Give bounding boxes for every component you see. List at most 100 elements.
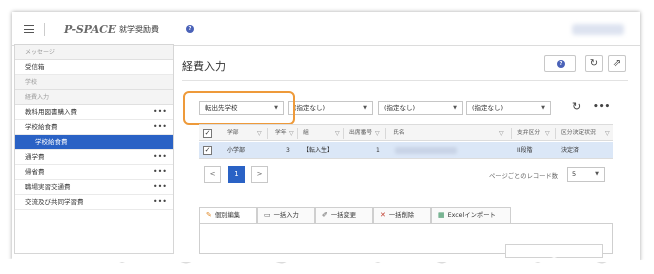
- highlight-box: [183, 91, 295, 125]
- cell-decision-status: 決定済: [561, 147, 580, 154]
- divider: [555, 128, 556, 139]
- divider: [511, 128, 512, 139]
- export-icon: ⇗: [612, 58, 622, 69]
- column-header[interactable]: 氏名: [393, 125, 405, 142]
- user-name[interactable]: [572, 24, 624, 35]
- tab-individual-edit[interactable]: ✎ 個別編集: [199, 207, 257, 224]
- more-icon[interactable]: •••: [153, 180, 167, 193]
- sidebar-group-school: 学校: [15, 75, 173, 90]
- column-header[interactable]: 学部: [227, 125, 239, 142]
- cell-payment-class: II段階: [517, 147, 533, 154]
- more-icon[interactable]: •••: [593, 101, 610, 113]
- row-checkbox[interactable]: ✓: [203, 146, 212, 155]
- column-header[interactable]: 区分決定状況: [561, 125, 596, 142]
- sidebar-item-lunch-active[interactable]: 学校給食費: [15, 135, 173, 150]
- page-title: 経費入力: [182, 60, 226, 73]
- help-icon[interactable]: ?: [186, 25, 194, 33]
- logo: P-SPACE: [64, 23, 116, 36]
- filter-icon[interactable]: ▽: [605, 125, 610, 142]
- page-size-value: 5: [572, 170, 577, 178]
- sidebar-item-label: 通学費: [25, 153, 45, 161]
- filter-icon[interactable]: ▽: [545, 125, 550, 142]
- app-title: 就学奨励費: [119, 25, 159, 34]
- tab-bulk-input[interactable]: ▭ 一括入力: [257, 207, 315, 224]
- tab-bulk-delete[interactable]: ✕ 一括削除: [373, 207, 431, 224]
- sidebar-item-lunch[interactable]: 学校給食費 •••: [15, 120, 173, 135]
- filter-2[interactable]: (指定なし) ▼: [288, 101, 373, 115]
- document-icon: ▭: [264, 211, 271, 219]
- cell-attendance-number: 1: [376, 147, 380, 154]
- tab-label: 一括入力: [273, 212, 299, 219]
- cell-grade: 3: [286, 147, 290, 154]
- help-button[interactable]: ?: [544, 55, 576, 72]
- caret-down-icon: ▼: [541, 105, 545, 111]
- table-header-row: ✓ 学部 ▽ 学年 ▽ 組 ▽ 出席番号 ▽ 氏名 ▽ 支弁区分 ▽ 区分決定状…: [199, 124, 613, 141]
- tab-label: 個別編集: [214, 212, 241, 219]
- export-button[interactable]: ⇗: [608, 55, 626, 72]
- cell-class: 【転入生】: [303, 147, 334, 154]
- table-row[interactable]: ✓ 小学部 3 【転入生】 1 II段階 決定済: [199, 142, 613, 159]
- tab-label: 一括変更: [330, 212, 357, 219]
- more-icon[interactable]: •••: [153, 150, 167, 163]
- more-icon[interactable]: •••: [153, 105, 167, 118]
- divider: [267, 128, 268, 139]
- sidebar-item-textbook[interactable]: 教科用図書購入費 •••: [15, 105, 173, 120]
- refresh-icon[interactable]: ↻: [572, 101, 581, 113]
- sidebar: メッセージ 受信箱 学校 経費入力 教科用図書購入費 ••• 学校給食費 ••• 学…: [14, 44, 174, 254]
- filter-value: (指定なし): [294, 104, 326, 112]
- tab-excel-import[interactable]: ▦ Excelインポート: [431, 207, 511, 224]
- caret-down-icon: ▼: [363, 105, 367, 111]
- page-1-button[interactable]: 1: [228, 166, 245, 183]
- sidebar-item-label: 帰省費: [25, 168, 45, 176]
- sidebar-item-label: 学校給食費: [35, 138, 68, 146]
- tab-label: Excelインポート: [447, 212, 496, 219]
- filter-3[interactable]: (指定なし) ▼: [378, 101, 463, 115]
- torn-edge: [0, 256, 654, 274]
- page-size-select[interactable]: 5 ▼: [567, 167, 605, 182]
- select-all-checkbox[interactable]: ✓: [203, 129, 212, 138]
- more-icon[interactable]: •••: [153, 195, 167, 208]
- refresh-button[interactable]: ↻: [585, 55, 603, 72]
- filter-icon[interactable]: ▽: [289, 125, 294, 142]
- next-page-button[interactable]: >: [251, 166, 268, 183]
- divider: [44, 23, 45, 36]
- sidebar-item-label: 職場実習交通費: [25, 183, 71, 191]
- divider: [385, 128, 386, 139]
- filter-icon[interactable]: ▽: [335, 125, 340, 142]
- column-header[interactable]: 支弁区分: [517, 125, 540, 142]
- menu-icon[interactable]: [24, 25, 34, 33]
- filter-icon[interactable]: ▽: [499, 125, 504, 142]
- filter-4[interactable]: (指定なし) ▼: [466, 101, 551, 115]
- sidebar-item-label: 受信箱: [25, 63, 45, 71]
- sidebar-group-expense: 経費入力: [15, 90, 173, 105]
- more-icon[interactable]: •••: [153, 120, 167, 133]
- tab-bulk-change[interactable]: ✐ 一括変更: [315, 207, 373, 224]
- caret-down-icon: ▼: [453, 105, 457, 111]
- column-header[interactable]: 組: [303, 125, 309, 142]
- filter-value: (指定なし): [384, 104, 416, 112]
- top-bar: P-SPACE 就学奨励費 ?: [12, 12, 640, 46]
- filter-icon[interactable]: ▽: [375, 125, 380, 142]
- sidebar-item-label: 交流及び共同学習費: [25, 198, 84, 206]
- pencil-icon: ✐: [322, 211, 328, 219]
- sidebar-item-exchange[interactable]: 交流及び共同学習費 •••: [15, 195, 173, 210]
- excel-icon: ▦: [438, 211, 445, 219]
- sidebar-item-label: 学校給食費: [25, 123, 58, 131]
- page-size-label: ページごとのレコード数: [489, 173, 559, 180]
- prev-page-button[interactable]: <: [204, 166, 221, 183]
- cell-name: [395, 147, 457, 154]
- sidebar-item-internship[interactable]: 職場実習交通費 •••: [15, 180, 173, 195]
- column-header[interactable]: 出席番号: [349, 125, 372, 142]
- more-icon[interactable]: •••: [153, 165, 167, 178]
- sidebar-group-message: メッセージ: [15, 45, 173, 60]
- sidebar-item-inbox[interactable]: 受信箱: [15, 60, 173, 75]
- help-icon: ?: [557, 60, 565, 68]
- sidebar-item-commute[interactable]: 通学費 •••: [15, 150, 173, 165]
- divider: [343, 128, 344, 139]
- delete-icon: ✕: [380, 211, 386, 219]
- edit-icon: ✎: [206, 211, 212, 219]
- filter-icon[interactable]: ▽: [257, 125, 262, 142]
- sidebar-item-homecoming[interactable]: 帰省費 •••: [15, 165, 173, 180]
- column-header[interactable]: 学年: [275, 125, 287, 142]
- divider: [182, 80, 628, 81]
